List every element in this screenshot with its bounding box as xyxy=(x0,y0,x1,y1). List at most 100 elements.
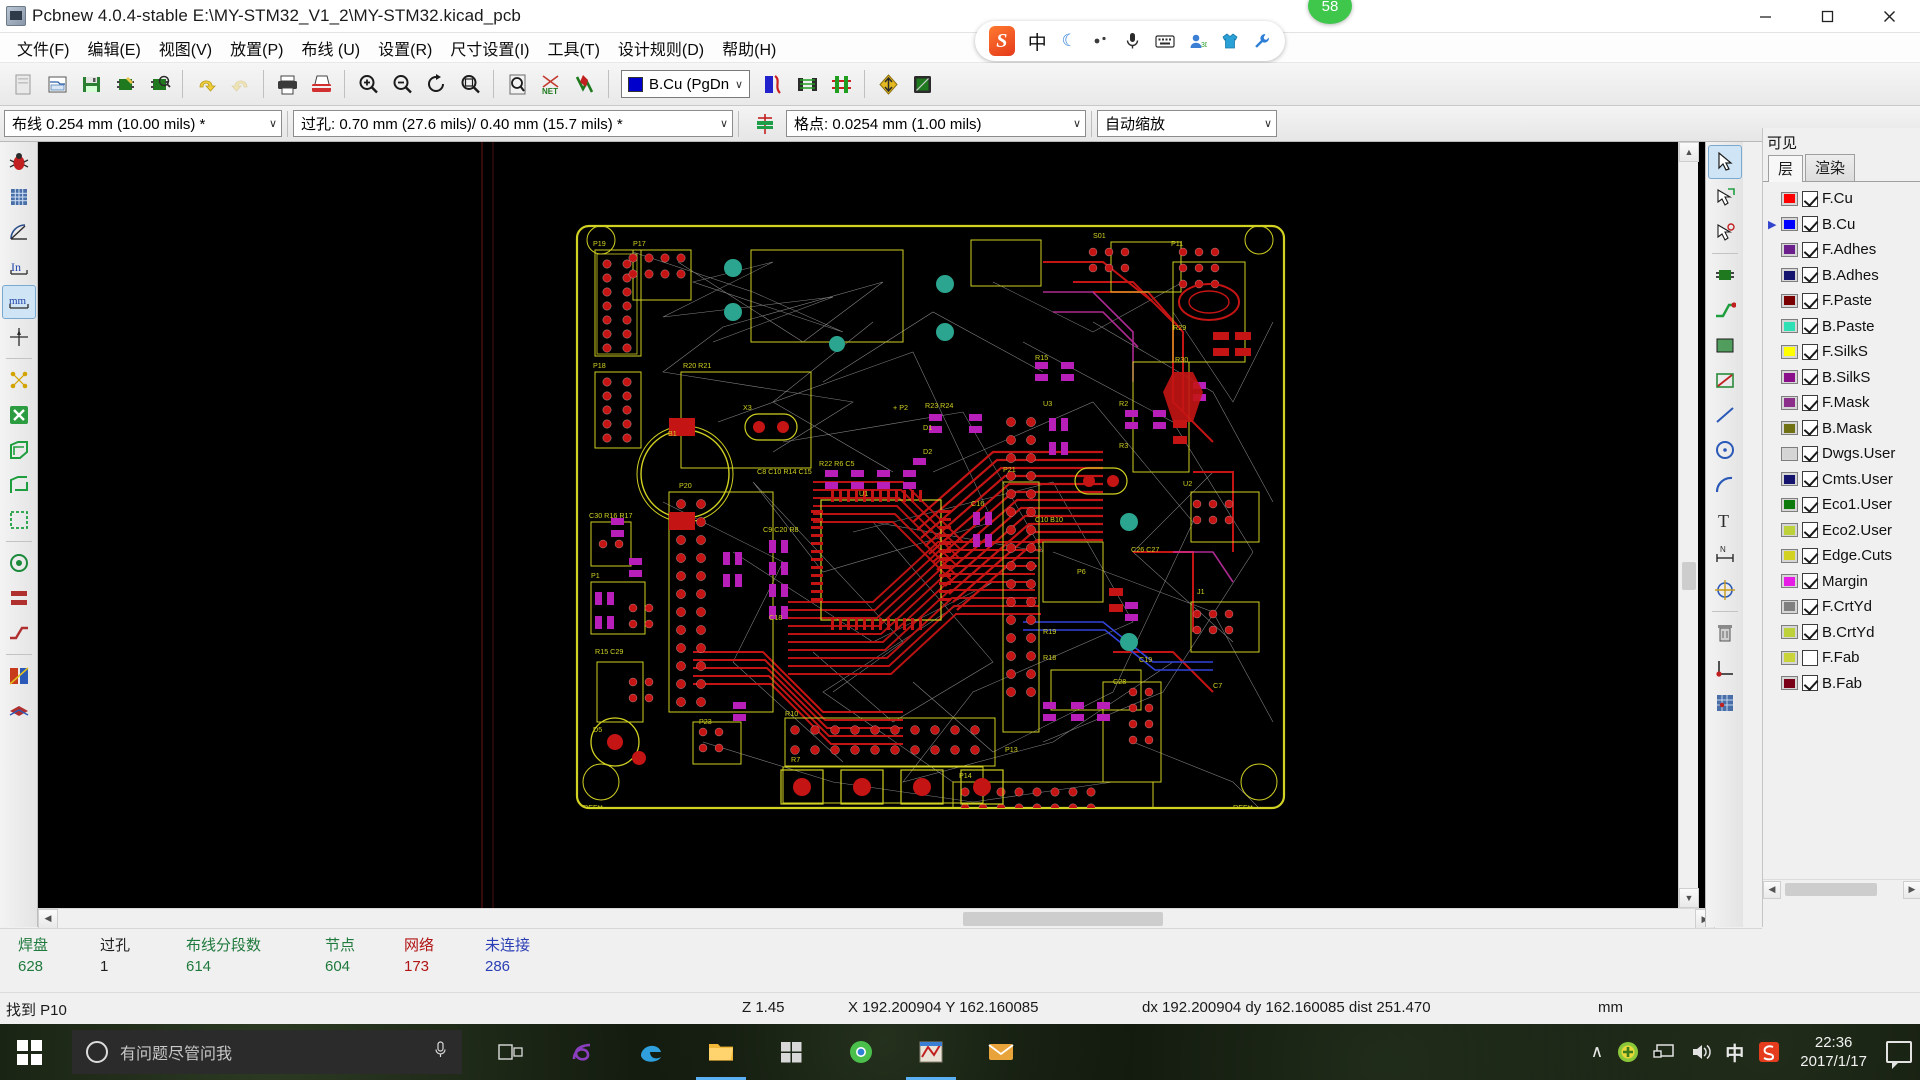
menu-design-rules[interactable]: 设计规则(D) xyxy=(609,33,713,63)
drc-button[interactable] xyxy=(568,66,602,102)
layer-color-swatch[interactable] xyxy=(1781,650,1798,665)
taskbar-app-mail[interactable] xyxy=(970,1024,1032,1080)
layer-color-swatch[interactable] xyxy=(1781,523,1798,538)
open-module-editor-button[interactable] xyxy=(108,66,142,102)
layer-row-cmts-user[interactable]: Cmts.User xyxy=(1766,467,1920,493)
scroll-right-arrow[interactable]: ▶ xyxy=(1903,880,1920,899)
layer-color-swatch[interactable] xyxy=(1781,268,1798,283)
add-line-icon[interactable] xyxy=(1708,398,1742,432)
menu-edit[interactable]: 编辑(E) xyxy=(78,33,149,63)
network-monitor-icon[interactable] xyxy=(1653,1042,1677,1062)
zoom-level-combo[interactable]: 自动缩放 ∨ xyxy=(1097,110,1277,137)
layer-visibility-checkbox[interactable] xyxy=(1802,496,1818,513)
add-dimension-icon[interactable]: N xyxy=(1708,538,1742,572)
plot-button[interactable] xyxy=(304,66,338,102)
layer-visibility-checkbox[interactable] xyxy=(1802,216,1818,233)
layer-visibility-checkbox[interactable] xyxy=(1802,522,1818,539)
auto-track-width-button[interactable] xyxy=(824,66,858,102)
add-arc-icon[interactable] xyxy=(1708,468,1742,502)
layer-row-b-crtyd[interactable]: B.CrtYd xyxy=(1766,620,1920,646)
layer-row-b-adhes[interactable]: B.Adhes xyxy=(1766,263,1920,289)
chevron-down-icon[interactable]: ∨ xyxy=(710,117,728,130)
layer-visibility-checkbox[interactable] xyxy=(1802,624,1818,641)
layer-row-b-silks[interactable]: B.SilkS xyxy=(1766,365,1920,391)
layer-visibility-checkbox[interactable] xyxy=(1802,471,1818,488)
add-zone-icon[interactable] xyxy=(1708,328,1742,362)
layer-row-b-cu[interactable]: ▶ B.Cu xyxy=(1766,212,1920,238)
microphone-icon[interactable] xyxy=(433,1040,448,1064)
open-board-button[interactable] xyxy=(40,66,74,102)
wrench-settings-icon[interactable] xyxy=(1252,32,1271,50)
layer-row-f-mask[interactable]: F.Mask xyxy=(1766,390,1920,416)
layer-row-f-paste[interactable]: F.Paste xyxy=(1766,288,1920,314)
layer-visibility-checkbox[interactable] xyxy=(1802,267,1818,284)
ime-mode-label[interactable]: 中 xyxy=(1028,28,1047,55)
hscroll-thumb[interactable] xyxy=(963,912,1163,926)
grid-icon[interactable] xyxy=(2,180,36,214)
netlist-button[interactable]: NET xyxy=(534,66,568,102)
local-ratsnest-icon[interactable] xyxy=(1708,215,1742,249)
layer-visibility-checkbox[interactable] xyxy=(1802,190,1818,207)
canvas-horizontal-scrollbar[interactable]: ◀ ▶ xyxy=(38,908,1715,929)
layer-visibility-checkbox[interactable] xyxy=(1802,598,1818,615)
layer-row-b-mask[interactable]: B.Mask xyxy=(1766,416,1920,442)
layer-color-swatch[interactable] xyxy=(1781,217,1798,232)
menu-preferences[interactable]: 设置(R) xyxy=(369,33,441,63)
layer-row-f-silks[interactable]: F.SilkS xyxy=(1766,339,1920,365)
mm-units-icon[interactable]: mm xyxy=(1,285,36,319)
layers-panel-hscroll[interactable]: ◀ ▶ xyxy=(1763,879,1920,899)
bug-drc-icon[interactable] xyxy=(2,145,36,179)
chevron-down-icon[interactable]: ∨ xyxy=(259,117,277,130)
highlight-net-icon[interactable] xyxy=(1708,180,1742,214)
tab-layers[interactable]: 层 xyxy=(1768,155,1804,182)
menu-help[interactable]: 帮助(H) xyxy=(713,33,785,63)
layer-row-f-cu[interactable]: F.Cu xyxy=(1766,186,1920,212)
add-track-icon[interactable] xyxy=(1708,293,1742,327)
maximize-button[interactable] xyxy=(1796,0,1858,33)
taskbar-app-foxit[interactable] xyxy=(550,1024,612,1080)
layer-color-swatch[interactable] xyxy=(1781,242,1798,257)
show-ratsnest-button[interactable] xyxy=(790,66,824,102)
canvas-vertical-scrollbar[interactable]: ▲ ▼ xyxy=(1678,142,1699,908)
layer-row-f-crtyd[interactable]: F.CrtYd xyxy=(1766,594,1920,620)
menu-file[interactable]: 文件(F) xyxy=(8,33,78,63)
add-circle-icon[interactable] xyxy=(1708,433,1742,467)
taskbar-clock[interactable]: 22:36 2017/1/17 xyxy=(1794,1033,1873,1071)
layers-hscroll-thumb[interactable] xyxy=(1785,883,1877,896)
pcb-canvas[interactable]: P19 P18 C30 R16 R17 P1 R15 C29 D5 P17 R2… xyxy=(38,142,1715,927)
grid-origin-tool-icon[interactable] xyxy=(1708,686,1742,720)
chevron-down-icon[interactable]: ∨ xyxy=(1063,117,1081,130)
layer-visibility-checkbox[interactable] xyxy=(1802,547,1818,564)
layer-row-f-adhes[interactable]: F.Adhes xyxy=(1766,237,1920,263)
add-target-icon[interactable] xyxy=(1708,573,1742,607)
layer-visibility-checkbox[interactable] xyxy=(1802,343,1818,360)
moon-icon[interactable]: ☾ xyxy=(1060,31,1079,51)
contrast-mode-icon[interactable] xyxy=(2,659,36,693)
track-width-combo[interactable]: 布线 0.254 mm (10.00 mils) * ∨ xyxy=(4,110,282,137)
refresh-button[interactable] xyxy=(419,66,453,102)
chevron-down-icon[interactable]: ∨ xyxy=(1254,117,1272,130)
action-center-icon[interactable] xyxy=(1886,1041,1912,1069)
trash-delete-icon[interactable] xyxy=(1708,616,1742,650)
layer-visibility-checkbox[interactable] xyxy=(1802,420,1818,437)
layer-color-swatch[interactable] xyxy=(1781,370,1798,385)
layer-visibility-checkbox[interactable] xyxy=(1802,318,1818,335)
layer-row-eco2-user[interactable]: Eco2.User xyxy=(1766,518,1920,544)
layers-manager-icon[interactable] xyxy=(2,694,36,728)
layer-visibility-checkbox[interactable] xyxy=(1802,649,1818,666)
layer-color-swatch[interactable] xyxy=(1781,599,1798,614)
set-origin-icon[interactable] xyxy=(1708,651,1742,685)
open-module-viewer-button[interactable] xyxy=(142,66,176,102)
menu-dimensions[interactable]: 尺寸设置(I) xyxy=(441,33,538,63)
close-button[interactable] xyxy=(1858,0,1920,33)
start-button[interactable] xyxy=(0,1024,58,1080)
undo-button[interactable] xyxy=(189,66,223,102)
layer-row-f-fab[interactable]: F.Fab xyxy=(1766,645,1920,671)
layer-color-swatch[interactable] xyxy=(1781,293,1798,308)
minimize-button[interactable] xyxy=(1734,0,1796,33)
security-shield-icon[interactable] xyxy=(1616,1040,1640,1064)
layer-color-swatch[interactable] xyxy=(1781,676,1798,691)
save-board-button[interactable] xyxy=(74,66,108,102)
layer-color-swatch[interactable] xyxy=(1781,625,1798,640)
zoom-fit-button[interactable] xyxy=(453,66,487,102)
